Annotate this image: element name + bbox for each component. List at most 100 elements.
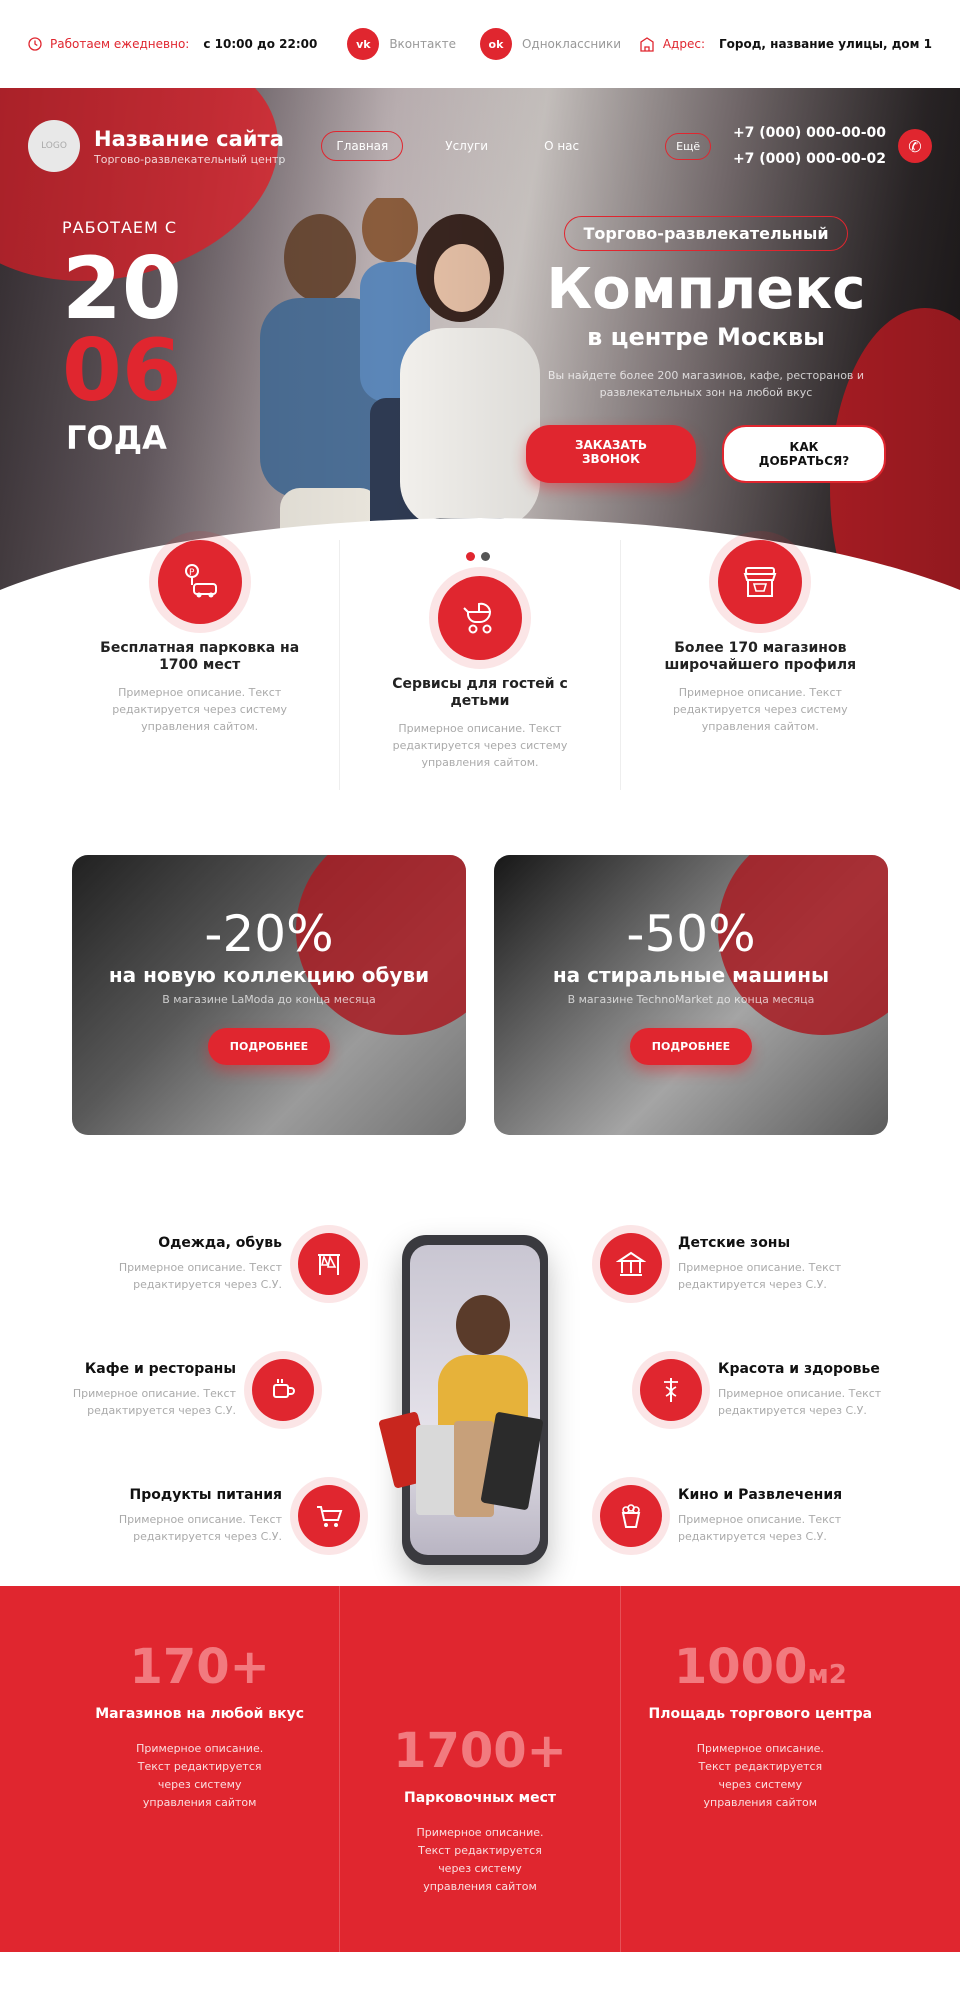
feature-title: Сервисы для гостей с детьми (392, 676, 568, 709)
stroller-icon (437, 576, 522, 660)
clothes-rack-icon (298, 1233, 360, 1295)
stat-label: Площадь торгового центра (648, 1706, 873, 1722)
page: Работаем ежедневно: с 10:00 до 22:00 vk … (0, 0, 960, 2000)
stat-number: 170+ (60, 1642, 339, 1700)
banner-washing-machines[interactable]: -50% на стиральные машины В магазине Tec… (494, 855, 888, 1135)
since-year-part2: 06 (62, 321, 182, 421)
category-description: Примерное описание. Текст редактируется … (718, 1387, 882, 1417)
coffee-cup-icon (252, 1359, 314, 1421)
opening-hours: Работаем ежедневно: с 10:00 до 22:00 (28, 37, 317, 51)
category-description: Примерное описание. Текст редактируется … (678, 1513, 842, 1543)
category-title: Кафе и рестораны (84, 1361, 236, 1377)
category-title: Одежда, обувь (158, 1235, 282, 1251)
stat-description: Примерное описание. Текст редактируется … (696, 1742, 824, 1809)
menu-item-about[interactable]: О нас (530, 132, 593, 160)
directions-button[interactable]: КАК ДОБРАТЬСЯ? (721, 425, 886, 483)
phone-numbers: +7 (000) 000-00-00 +7 (000) 000-00-02 (733, 120, 886, 172)
stat-value: 1700+ (393, 1723, 567, 1779)
feature-description: Примерное описание. Текст редактируется … (672, 686, 848, 733)
hero-buttons: ЗАКАЗАТЬ ЗВОНОК КАК ДОБРАТЬСЯ? (526, 425, 886, 483)
category-text: Красота и здоровье Примерное описание. Т… (718, 1361, 940, 1419)
menu-more-button[interactable]: Ещё (665, 132, 712, 160)
main-nav: LOGO Название сайта Торгово-развлекатель… (28, 118, 932, 174)
order-call-button[interactable]: ЗАКАЗАТЬ ЗВОНОК (526, 425, 696, 483)
kids-carousel-icon (600, 1233, 662, 1295)
vk-icon[interactable]: vk (347, 28, 380, 60)
banner-subtitle: В магазине LaModa до конца месяца (162, 993, 376, 1006)
since-year-part1: 20 (62, 239, 182, 339)
site-brand[interactable]: Название сайта Торгово-развлекательный ц… (94, 127, 285, 166)
features: P Бесплатная парковка на 1700 мест Приме… (60, 540, 900, 790)
stat-area: 1000м2 Площадь торгового центра Примерно… (619, 1586, 900, 1952)
stat-number: 1000м2 (621, 1642, 900, 1700)
category-groceries[interactable]: Продукты питания Примерное описание. Тек… (60, 1485, 360, 1547)
category-text: Кино и Развлечения Примерное описание. Т… (678, 1487, 900, 1545)
stat-label: Парковочных мест (404, 1790, 556, 1806)
feature-title: Бесплатная парковка на 1700 мест (100, 640, 300, 673)
banner-shoes[interactable]: -20% на новую коллекцию обуви В магазине… (72, 855, 466, 1135)
parking-icon: P (157, 540, 242, 624)
banner-more-button[interactable]: ПОДРОБНЕЕ (207, 1028, 331, 1065)
category-cinema[interactable]: Кино и Развлечения Примерное описание. Т… (600, 1485, 900, 1547)
stat-unit: м2 (807, 1660, 847, 1690)
address: Адрес: Город, название улицы, дом 1 (639, 36, 932, 52)
clock-icon (28, 37, 42, 51)
category-title: Красота и здоровье (718, 1361, 880, 1377)
banner-content: -50% на стиральные машины В магазине Tec… (494, 855, 888, 1065)
feature-description: Примерное описание. Текст редактируется … (112, 686, 288, 733)
banner-discount: -20% (204, 905, 334, 963)
banner-discount: -50% (626, 905, 756, 963)
odnoklassniki-icon[interactable]: ok (479, 28, 512, 60)
categories: Одежда, обувь Примерное описание. Текст … (0, 1225, 960, 1585)
promo-banners: -20% на новую коллекцию обуви В магазине… (72, 855, 888, 1135)
since-year-suffix: ГОДА (66, 419, 167, 457)
category-text: Кафе и рестораны Примерное описание. Тек… (14, 1361, 236, 1419)
stat-description: Примерное описание. Текст редактируется … (136, 1742, 264, 1809)
menu: Главная Услуги О нас (321, 131, 593, 161)
stat-value: 1000 (673, 1639, 808, 1695)
category-text: Одежда, обувь Примерное описание. Текст … (60, 1235, 282, 1293)
ok-label[interactable]: Одноклассники (522, 37, 621, 51)
phone-call-icon[interactable]: ✆ (898, 129, 932, 163)
menu-item-services[interactable]: Услуги (431, 132, 502, 160)
hours-label: Работаем ежедневно: (50, 37, 190, 51)
phone-1[interactable]: +7 (000) 000-00-00 (733, 120, 886, 146)
menu-item-home[interactable]: Главная (321, 131, 404, 161)
category-description: Примерное описание. Текст редактируется … (72, 1387, 236, 1417)
site-tagline: Торгово-развлекательный центр (94, 152, 286, 166)
feature-title: Более 170 магазинов широчайшего профиля (664, 640, 857, 673)
category-text: Продукты питания Примерное описание. Тек… (60, 1487, 282, 1545)
feature-kids-services: Сервисы для гостей с детьми Примерное оп… (339, 540, 619, 790)
hero-tag: Торгово-развлекательный (564, 216, 848, 251)
woman-head (456, 1295, 510, 1355)
social-vk[interactable]: vk Вконтакте (347, 28, 456, 60)
feature-description: Примерное описание. Текст редактируется … (392, 722, 568, 769)
banner-more-button[interactable]: ПОДРОБНЕЕ (629, 1028, 753, 1065)
category-beauty[interactable]: Красота и здоровье Примерное описание. Т… (640, 1359, 940, 1421)
category-kids[interactable]: Детские зоны Примерное описание. Текст р… (600, 1233, 900, 1295)
since-label: РАБОТАЕМ С (62, 218, 178, 237)
svg-text:P: P (189, 568, 195, 578)
category-clothes[interactable]: Одежда, обувь Примерное описание. Текст … (60, 1233, 360, 1295)
hero-promo: Торгово-развлекательный Комплекс в центр… (526, 216, 886, 483)
phone-illustration (378, 1235, 548, 1565)
category-cafe[interactable]: Кафе и рестораны Примерное описание. Тек… (14, 1359, 314, 1421)
stat-number: 1700+ (340, 1726, 619, 1784)
phone-2[interactable]: +7 (000) 000-00-02 (733, 146, 886, 172)
shopping-cart-icon (298, 1485, 360, 1547)
hero-title: Комплекс (546, 257, 866, 322)
caduceus-icon (640, 1359, 702, 1421)
banner-subtitle: В магазине TechnoMarket до конца месяца (567, 993, 815, 1006)
stat-label: Магазинов на любой вкус (95, 1706, 305, 1722)
stat-value: 170+ (129, 1639, 270, 1695)
site-name[interactable]: Название сайта (94, 127, 285, 151)
address-label: Адрес: (662, 37, 705, 51)
logo[interactable]: LOGO (28, 120, 80, 172)
stats-section: 170+ Магазинов на любой вкус Примерное о… (0, 1586, 960, 1952)
phone-screen (378, 1245, 544, 1555)
vk-label[interactable]: Вконтакте (389, 37, 456, 51)
shop-icon (718, 540, 803, 624)
social-ok[interactable]: ok Одноклассники (479, 28, 621, 60)
top-bar: Работаем ежедневно: с 10:00 до 22:00 vk … (0, 0, 960, 88)
category-title: Продукты питания (129, 1487, 282, 1503)
